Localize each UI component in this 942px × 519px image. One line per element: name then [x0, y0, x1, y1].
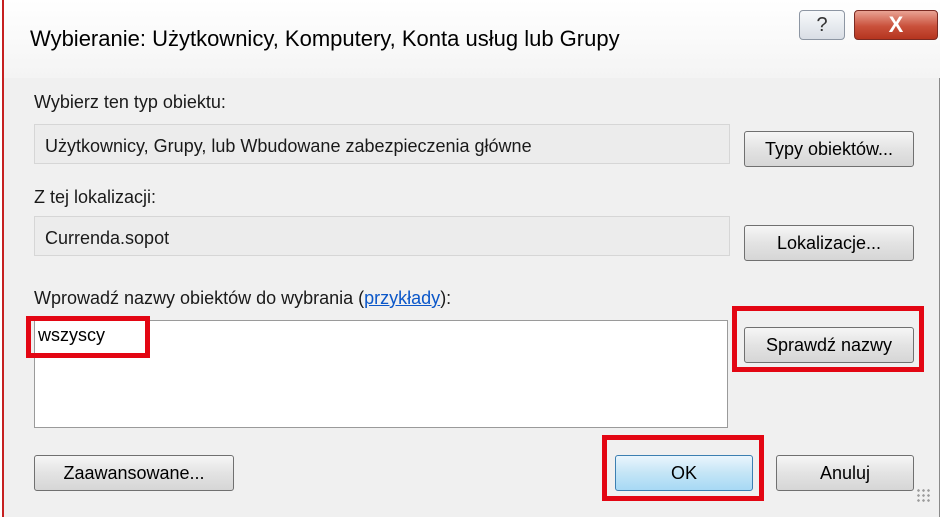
resize-grip-icon[interactable]: [916, 488, 930, 502]
cancel-button[interactable]: Anuluj: [776, 455, 914, 491]
enter-names-label: Wprowadź nazwy obiektów do wybrania (prz…: [34, 288, 451, 309]
enter-names-label-prefix: Wprowadź nazwy obiektów do wybrania (: [34, 288, 365, 308]
help-button[interactable]: ?: [799, 10, 845, 40]
object-types-button[interactable]: Typy obiektów...: [744, 131, 914, 167]
dialog-body: Wybierz ten typ obiektu: Użytkownicy, Gr…: [24, 78, 938, 508]
object-type-field: Użytkownicy, Grupy, lub Wbudowane zabezp…: [34, 124, 730, 164]
location-label: Z tej lokalizacji:: [34, 187, 157, 207]
ok-button[interactable]: OK: [615, 455, 753, 491]
title-bar[interactable]: Wybieranie: Użytkownicy, Komputery, Kont…: [4, 0, 940, 78]
dialog-title: Wybieranie: Użytkownicy, Komputery, Kont…: [30, 26, 620, 51]
close-button[interactable]: X: [854, 10, 938, 40]
enter-names-label-suffix: ):: [440, 288, 452, 308]
object-type-label: Wybierz ten typ obiektu:: [34, 92, 226, 112]
close-icon: X: [888, 12, 904, 37]
help-icon: ?: [816, 13, 828, 36]
object-names-input[interactable]: wszyscy: [34, 320, 728, 428]
object-names-value: wszyscy: [38, 325, 105, 345]
location-field: Currenda.sopot: [34, 216, 730, 256]
advanced-button[interactable]: Zaawansowane...: [34, 455, 234, 491]
examples-link[interactable]: przykłady: [364, 288, 440, 308]
select-users-dialog: Wybieranie: Użytkownicy, Komputery, Kont…: [2, 0, 940, 517]
locations-button[interactable]: Lokalizacje...: [744, 225, 914, 261]
check-names-button[interactable]: Sprawdź nazwy: [744, 327, 914, 363]
